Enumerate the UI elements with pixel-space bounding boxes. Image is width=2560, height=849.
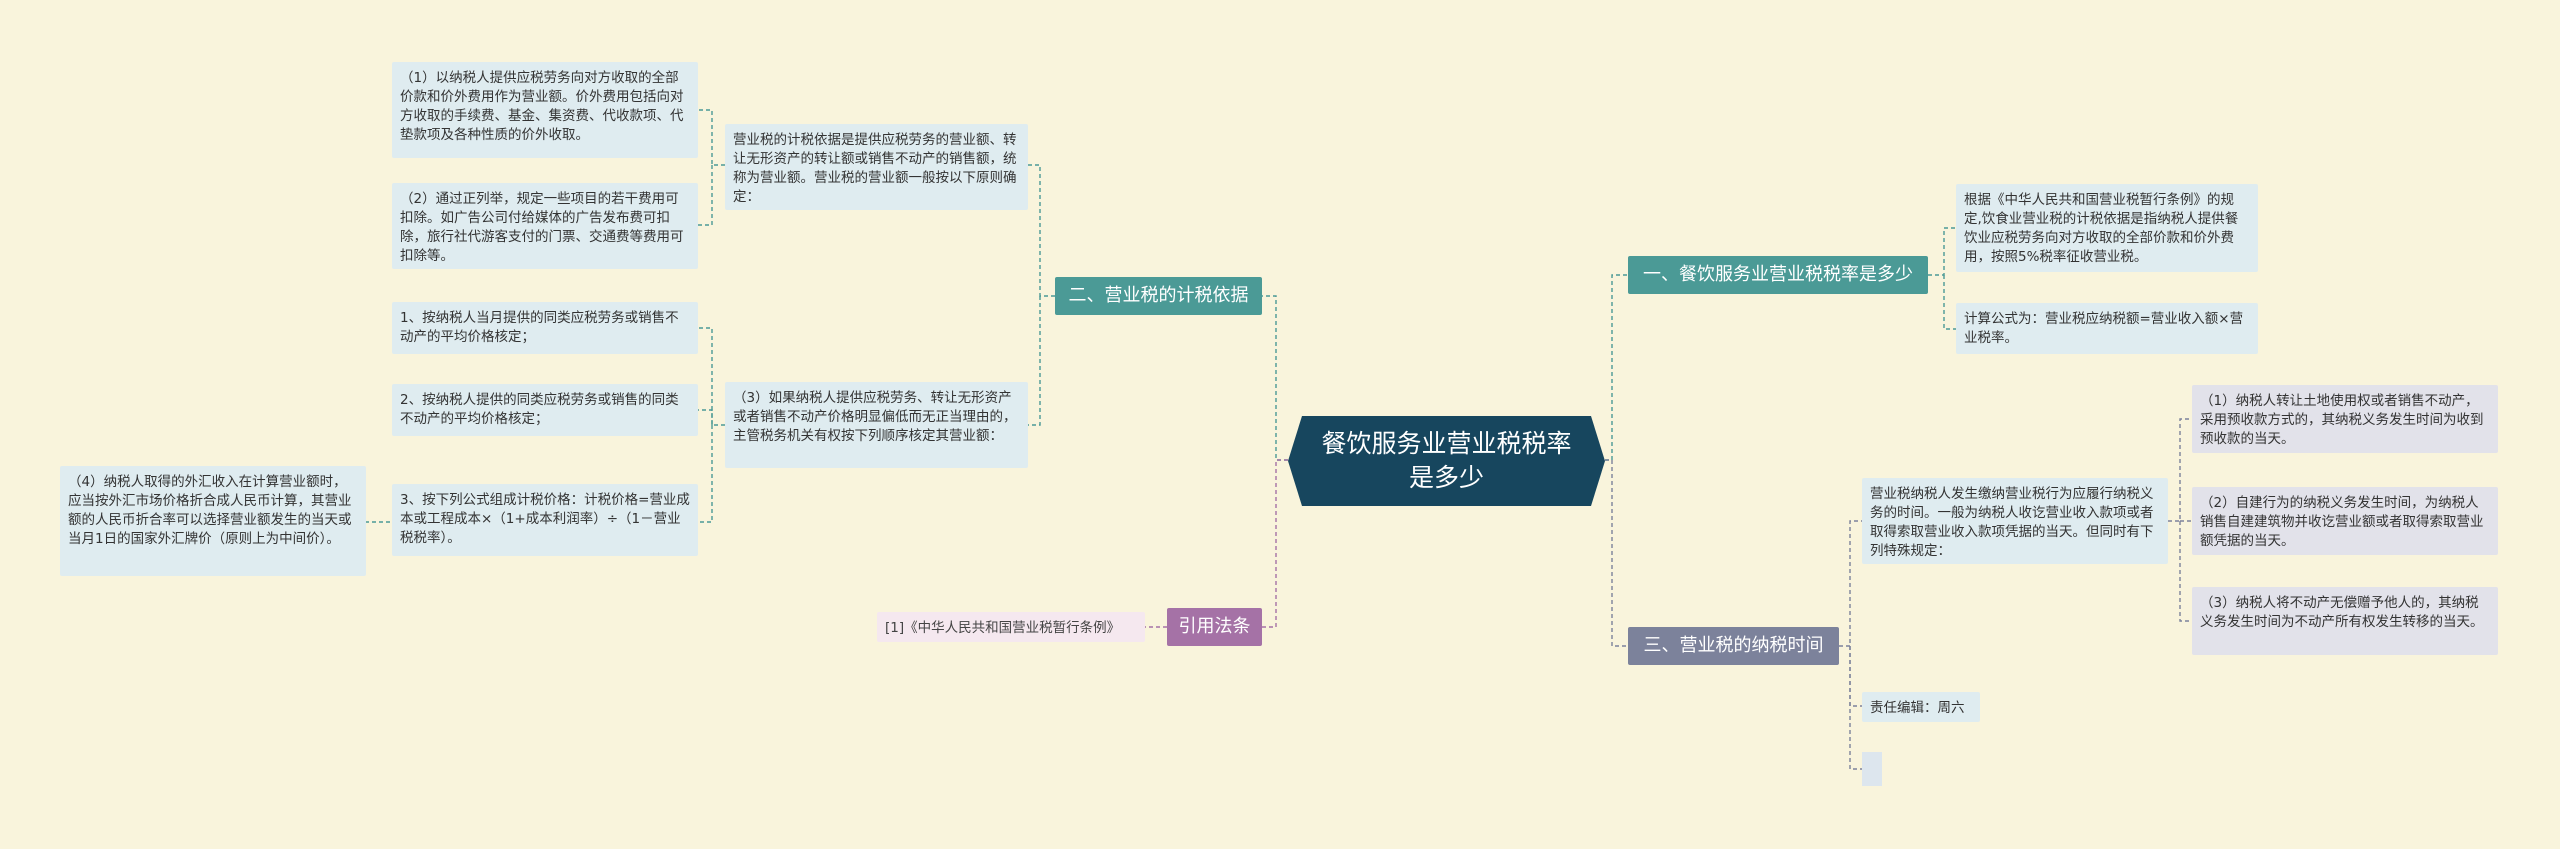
leaf-tax-time-item-2[interactable]: （2）自建行为的纳税义务发生时间，为纳税人销售自建建筑物并收讫营业额或者取得索取… (2192, 487, 2498, 555)
branch-legal-reference[interactable]: 引用法条 (1167, 608, 1262, 646)
leaf-tax-basis-item-1[interactable]: （1）以纳税人提供应税劳务向对方收取的全部价款和价外费用作为营业额。价外费用包括… (392, 62, 698, 158)
connector (2179, 521, 2192, 622)
branch-tax-time[interactable]: 三、营业税的纳税时间 (1628, 627, 1839, 665)
connector (2168, 418, 2192, 522)
connector-lines (366, 109, 2192, 770)
mind-map: 餐饮服务业营业税税率是多少 一、餐饮服务业营业税税率是多少 根据《中华人民共和国… (0, 0, 2560, 849)
branch-tax-rate[interactable]: 一、餐饮服务业营业税税率是多少 (1628, 256, 1928, 294)
leaf-tax-time-general[interactable]: 营业税纳税人发生缴纳营业税行为应履行纳税义务的时间。一般为纳税人收讫营业收入款项… (1862, 478, 2168, 564)
connector (1839, 520, 1862, 647)
leaf-tax-formula[interactable]: 计算公式为：营业税应纳税额=营业收入额×营业税率。 (1956, 303, 2258, 354)
connector (1028, 296, 1041, 426)
branch-tax-basis[interactable]: 二、营业税的计税依据 (1055, 277, 1262, 315)
connector (1605, 274, 1628, 461)
connector (698, 425, 713, 523)
root-topic[interactable]: 餐饮服务业营业税税率是多少 (1288, 416, 1605, 506)
connector (698, 165, 713, 226)
leaf-blank[interactable] (1862, 752, 1882, 786)
connector (1943, 275, 1956, 330)
connector (698, 409, 713, 425)
connector (1262, 295, 1288, 461)
connector (1605, 459, 1628, 647)
leaf-tax-time-item-3[interactable]: （3）纳税人将不动产无偿赠予他人的，其纳税义务发生时间为不动产所有权发生转移的当… (2192, 587, 2498, 655)
leaf-tax-time-item-1[interactable]: （1）纳税人转让土地使用权或者销售不动产，采用预收款方式的，其纳税义务发生时间为… (2192, 385, 2498, 453)
connector (698, 109, 725, 166)
leaf-tax-rate-rule[interactable]: 根据《中华人民共和国营业税暂行条例》的规定,饮食业营业税的计税依据是指纳税人提供… (1956, 184, 2258, 272)
connector (1849, 646, 1862, 707)
connector (1928, 227, 1956, 276)
leaf-tax-basis-general[interactable]: 营业税的计税依据是提供应税劳务的营业额、转让无形资产的转让额或销售不动产的销售额… (725, 124, 1028, 210)
leaf-tax-basis-item-2[interactable]: （2）通过正列举，规定一些项目的若干费用可扣除。如广告公司付给媒体的广告发布费可… (392, 183, 698, 269)
connector (1262, 459, 1288, 628)
leaf-editor[interactable]: 责任编辑：周六 (1862, 692, 1980, 722)
connector (1028, 164, 1055, 297)
leaf-price-method-2[interactable]: 2、按纳税人提供的同类应税劳务或销售的同类不动产的平均价格核定； (392, 384, 698, 436)
connector (1849, 646, 1862, 770)
leaf-price-method-1[interactable]: 1、按纳税人当月提供的同类应税劳务或销售不动产的平均价格核定； (392, 302, 698, 354)
leaf-price-method-3[interactable]: 3、按下列公式组成计税价格：计税价格=营业成本或工程成本×（1+成本利润率）÷（… (392, 484, 698, 556)
leaf-foreign-currency[interactable]: （4）纳税人取得的外汇收入在计算营业额时，应当按外汇市场价格折合成人民币计算，其… (60, 466, 366, 576)
leaf-tax-basis-special[interactable]: （3）如果纳税人提供应税劳务、转让无形资产或者销售不动产价格明显偏低而无正当理由… (725, 382, 1028, 468)
leaf-legal-citation[interactable]: [1]《中华人民共和国营业税暂行条例》 (877, 612, 1145, 642)
